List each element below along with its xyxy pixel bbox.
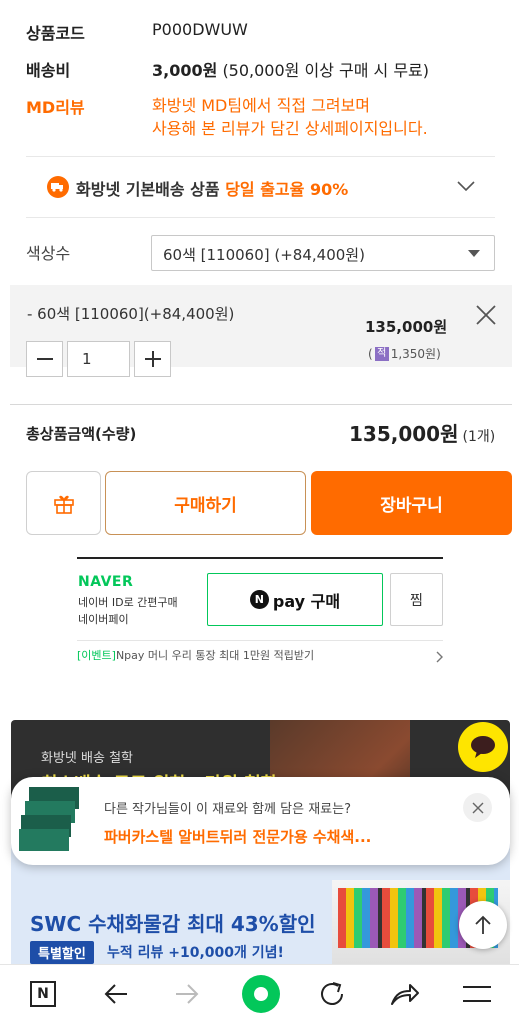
- naver-logo: NAVER: [78, 574, 134, 590]
- selected-item-name: - 60색 [110060](+84,400원): [27, 305, 235, 323]
- points-open-paren: (: [368, 346, 373, 361]
- quantity-input[interactable]: 1: [67, 341, 130, 377]
- total-label: 총상품금액(수량): [26, 425, 137, 443]
- divider: [10, 404, 512, 405]
- event-text: Npay 머니 우리 통장 최대 1만원 적립받기: [115, 649, 315, 662]
- naver-desc-line1: 네이버 ID로 간편구매: [78, 596, 178, 609]
- product-code-label: 상품코드: [26, 24, 85, 43]
- truck-icon: [47, 176, 69, 198]
- selected-item-price: 135,000원: [365, 318, 448, 336]
- color-count-select[interactable]: 60색 [110060] (+84,400원): [151, 235, 495, 271]
- close-icon[interactable]: [474, 303, 498, 327]
- cart-button[interactable]: 장바구니: [311, 471, 512, 535]
- event-tag: [이벤트]: [77, 649, 116, 662]
- green-dot-inner: [254, 987, 268, 1001]
- green-dot-icon[interactable]: [242, 975, 280, 1013]
- delivery-highlight: 당일 출고율 90%: [225, 180, 349, 199]
- product-code-value: P000DWUW: [152, 20, 248, 39]
- shipping-fee: 3,000원: [152, 61, 218, 80]
- points-icon: 적: [374, 346, 389, 361]
- refresh-icon[interactable]: [319, 981, 347, 1007]
- n-home-icon[interactable]: N: [30, 981, 56, 1007]
- npay-button[interactable]: N pay 구매: [207, 573, 383, 626]
- points-value: 1,350원): [390, 347, 441, 361]
- selected-item-points: ( 적 1,350원): [368, 345, 441, 362]
- product-thumbnail: [19, 787, 83, 853]
- naver-desc-line2: 네이버페이: [78, 613, 129, 626]
- forward-icon[interactable]: [175, 983, 199, 1005]
- scroll-top-button[interactable]: [459, 901, 507, 949]
- back-icon[interactable]: [104, 983, 128, 1005]
- delivery-banner[interactable]: 화방넷 기본배송 상품 당일 출고율 90%: [26, 157, 495, 217]
- md-review-text: 화방넷 MD팀에서 직접 그려보며 사용해 본 리뷰가 담긴 상세페이지입니다.: [152, 94, 428, 140]
- md-review-label: MD리뷰: [26, 98, 85, 117]
- thumb-box-4: [19, 829, 69, 851]
- browser-nav-bar: N: [0, 964, 519, 1024]
- kakao-chat-button[interactable]: [458, 722, 508, 772]
- gift-button[interactable]: [26, 471, 101, 535]
- divider: [77, 640, 443, 641]
- md-review-line1: 화방넷 MD팀에서 직접 그려보며: [152, 96, 371, 115]
- popup-question: 다른 작가님들이 이 재료와 함께 담은 재료는?: [104, 802, 351, 817]
- popup-product-name[interactable]: 파버카스텔 알버트뒤러 전문가용 수채색...: [104, 826, 371, 847]
- promo-tag: 특별할인: [30, 941, 94, 964]
- total-count: (1개): [462, 429, 496, 445]
- menu-icon[interactable]: [463, 984, 491, 1004]
- promo-sub: 누적 리뷰 +10,000개 기념!: [107, 945, 284, 961]
- md-review-line2: 사용해 본 리뷰가 담긴 상세페이지입니다.: [152, 119, 428, 138]
- banner-small-text: 화방넷 배송 철학: [41, 751, 133, 766]
- share-icon[interactable]: [390, 981, 420, 1007]
- quantity-plus-button[interactable]: [134, 341, 171, 377]
- recommendation-popup[interactable]: 다른 작가님들이 이 재료와 함께 담은 재료는? 파버카스텔 알버트뒤러 전문…: [11, 777, 510, 865]
- chevron-right-icon: [436, 651, 443, 663]
- chevron-down-icon[interactable]: [457, 181, 475, 191]
- naver-wish-button[interactable]: 찜: [390, 573, 443, 626]
- close-icon: [472, 802, 484, 814]
- chat-bubble-icon: [469, 734, 497, 760]
- gift-icon: [53, 492, 75, 514]
- popup-close-button[interactable]: [463, 793, 492, 822]
- promo-title: SWC 수채화물감 최대 43%할인: [30, 912, 316, 936]
- select-value: 60색 [110060] (+84,400원): [163, 246, 365, 264]
- delivery-banner-text: 화방넷 기본배송 상품 당일 출고율 90%: [76, 176, 348, 200]
- buy-button[interactable]: 구매하기: [105, 471, 306, 535]
- naver-top-border: [77, 557, 443, 559]
- npay-n-icon: N: [249, 590, 269, 609]
- divider: [26, 217, 495, 218]
- npay-label: pay 구매: [272, 591, 341, 611]
- quantity-minus-button[interactable]: [26, 341, 63, 377]
- option-label: 색상수: [26, 244, 71, 263]
- shipping-note: (50,000원 이상 구매 시 무료): [222, 61, 430, 80]
- shipping-label: 배송비: [26, 61, 71, 80]
- arrow-up-icon: [474, 915, 492, 935]
- total-amount: 135,000원 (1개): [349, 418, 495, 447]
- naver-event-link[interactable]: [이벤트]Npay 머니 우리 통장 최대 1만원 적립받기: [77, 647, 443, 667]
- dropdown-arrow-icon: [468, 250, 480, 257]
- delivery-text: 화방넷 기본배송 상품: [76, 180, 220, 199]
- total-value: 135,000원: [349, 422, 459, 446]
- shipping-value: 3,000원 (50,000원 이상 구매 시 무료): [152, 57, 429, 81]
